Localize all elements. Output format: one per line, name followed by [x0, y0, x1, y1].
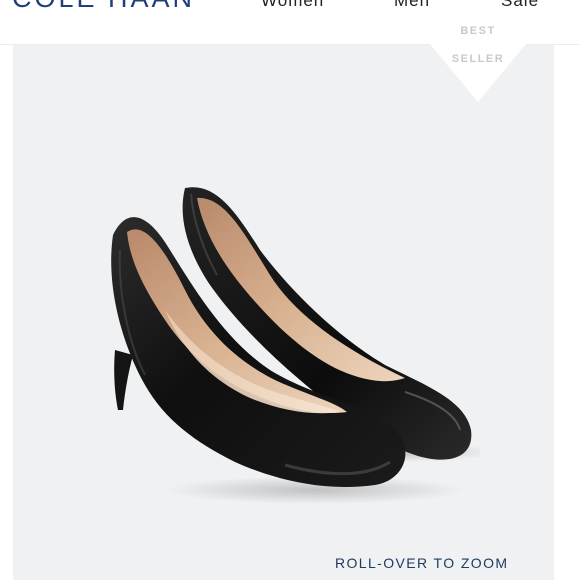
badge-line-1: BEST: [460, 25, 496, 37]
brand-logo[interactable]: COLE HAAN: [12, 0, 195, 14]
page-gutter: [554, 45, 580, 580]
badge-line-2: SELLER: [451, 53, 505, 65]
nav-women[interactable]: Women: [261, 0, 324, 11]
best-seller-badge: BEST SELLER: [430, 20, 526, 102]
product-image[interactable]: [85, 180, 480, 520]
nav-men[interactable]: Men: [394, 0, 430, 11]
nav-sale[interactable]: Sale: [501, 0, 539, 11]
badge-shape: [430, 20, 526, 102]
roll-over-zoom-hint: ROLL-OVER TO ZOOM: [335, 555, 509, 571]
